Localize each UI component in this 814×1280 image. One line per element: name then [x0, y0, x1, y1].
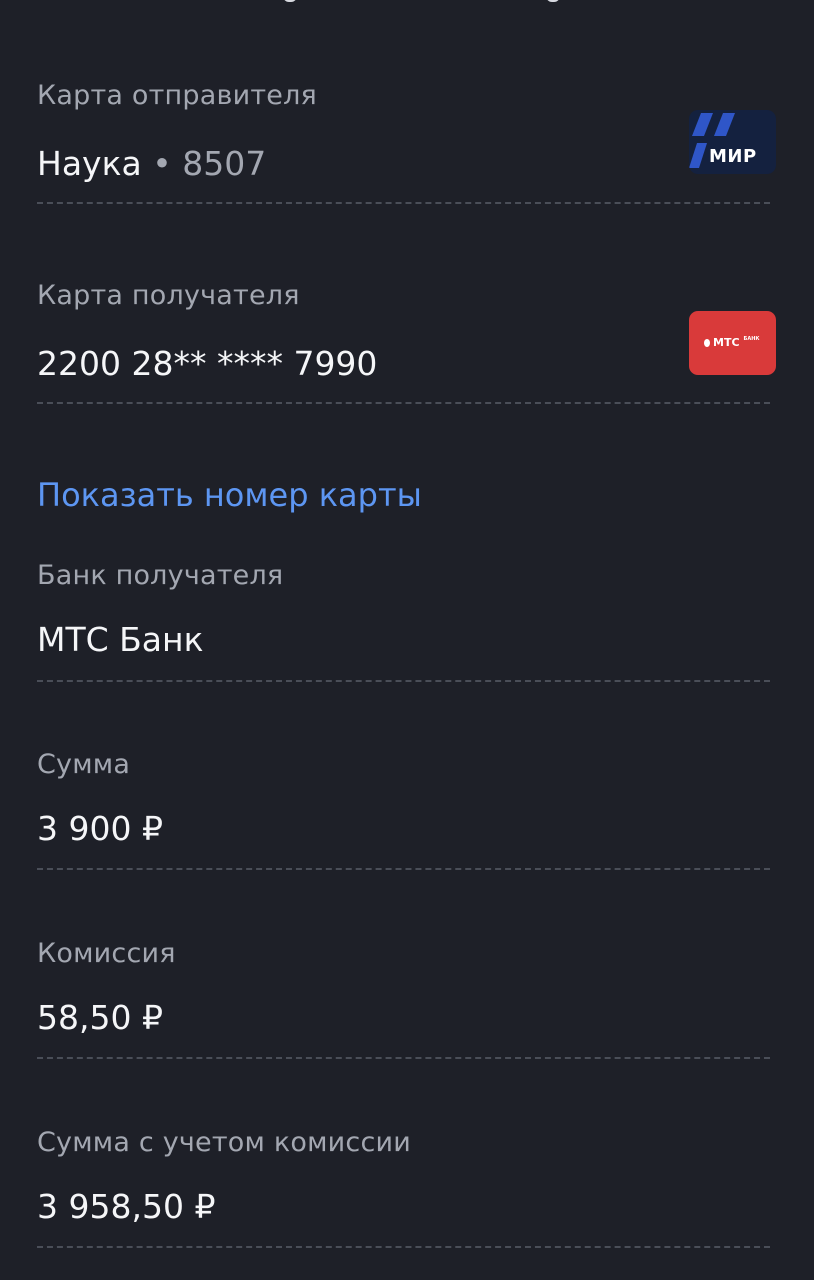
recipient-card-label: Карта получателя — [37, 280, 300, 311]
mir-logo-text: МИР — [709, 146, 757, 167]
divider — [37, 1057, 770, 1059]
divider — [37, 202, 770, 204]
sender-card-value: Наука • 8507 — [37, 144, 266, 183]
divider — [37, 402, 770, 404]
amount-label: Сумма — [37, 749, 131, 780]
mts-bank-logo-sub: БАНК — [743, 336, 760, 342]
sender-card-label: Карта отправителя — [37, 80, 317, 111]
divider — [37, 868, 770, 870]
sender-card-name: Наука — [37, 144, 142, 183]
recipient-card-number: 2200 28** **** 7990 — [37, 344, 378, 383]
mts-bank-logo-icon: МТС БАНК — [689, 311, 776, 375]
divider — [37, 680, 770, 682]
top-fragment — [0, 0, 814, 4]
total-value: 3 958,50 ₽ — [37, 1187, 216, 1226]
show-card-number-link[interactable]: Показать номер карты — [37, 476, 422, 514]
sender-card-separator: • — [152, 144, 172, 183]
divider — [37, 1246, 770, 1248]
fee-value: 58,50 ₽ — [37, 998, 163, 1037]
mts-bank-logo-name: МТС — [713, 336, 740, 349]
mts-bank-logo-text: МТС БАНК — [704, 336, 759, 349]
sender-card-last-digits: 8507 — [182, 144, 267, 183]
fee-label: Комиссия — [37, 938, 176, 969]
recipient-bank-label: Банк получателя — [37, 560, 284, 591]
amount-value: 3 900 ₽ — [37, 809, 163, 848]
total-label: Сумма с учетом комиссии — [37, 1127, 411, 1158]
recipient-bank-value: МТС Банк — [37, 620, 204, 659]
mir-logo-icon: МИР — [689, 110, 776, 174]
mts-egg-icon — [704, 339, 710, 347]
